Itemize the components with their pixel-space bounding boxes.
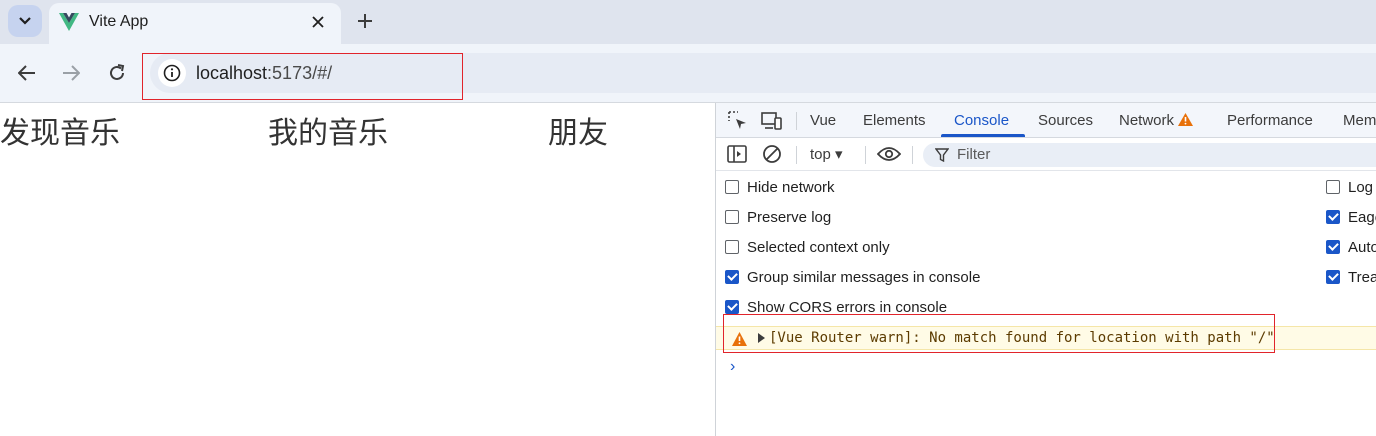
info-icon [163,64,181,82]
filter-placeholder: Filter [957,146,991,163]
tab-search-button[interactable] [8,5,42,37]
setting-preserve-log[interactable]: Preserve log [725,206,831,228]
console-prompt[interactable]: › [730,358,735,376]
setting-label: Preserve log [747,208,832,226]
setting-hide-network[interactable]: Hide network [725,176,835,198]
devtools-tab-elements[interactable]: Elements [863,112,926,129]
devtools-tab-vue[interactable]: Vue [810,112,836,129]
setting-label: Log [1348,178,1374,196]
setting-label: Group similar messages in console [747,268,981,286]
filter-icon [935,148,949,162]
checkbox-checked[interactable] [1326,270,1340,284]
arrow-right-icon [63,65,80,81]
close-icon [312,16,324,28]
back-button[interactable] [16,62,38,84]
clear-console-button[interactable] [761,144,783,164]
plus-icon [358,14,372,28]
checkbox-checked[interactable] [1326,240,1340,254]
show-sidebar-button[interactable] [726,144,748,164]
devtools-tab-console[interactable]: Console [954,112,1009,129]
eye-icon [877,147,901,161]
tab-title: Vite App [89,13,149,30]
browser-toolbar: localhost:5173/#/ [0,44,1376,102]
reload-icon [110,64,125,80]
browser-tab[interactable]: Vite App [49,3,341,44]
setting-label: Hide network [747,178,835,196]
network-tab-label: Network [1119,112,1175,129]
device-icon [761,112,782,130]
address-host: localhost [196,63,268,83]
nav-link-my-music[interactable]: 我的音乐 [268,108,388,152]
setting-label: Auto [1348,238,1376,256]
address-url[interactable]: localhost:5173/#/ [196,63,332,84]
new-tab-button[interactable] [352,8,378,34]
tab-bar-separator [796,112,797,130]
console-filter-input[interactable]: Filter [923,143,1376,167]
warning-text: [Vue Router warn]: No match found for lo… [769,330,1275,346]
setting-label: Show CORS errors in console [747,298,948,316]
console-bar-separator-1 [796,146,797,164]
checkbox-checked[interactable] [725,270,739,284]
forward-button[interactable] [60,62,82,84]
setting-eager-evaluation[interactable]: Eage [1326,206,1376,228]
setting-treat-evaluation[interactable]: Trea [1326,266,1376,288]
setting-label: Eage [1348,208,1376,226]
checkbox[interactable] [725,210,739,224]
console-warning-message[interactable]: [Vue Router warn]: No match found for lo… [716,326,1376,350]
site-info-button[interactable] [158,59,186,87]
expand-triangle-icon[interactable] [758,333,765,343]
checkbox[interactable] [725,240,739,254]
address-path: :5173/#/ [267,63,333,83]
devtools-tab-sources[interactable]: Sources [1038,112,1093,129]
chevron-down-icon [19,17,31,25]
setting-label: Trea [1348,268,1376,286]
inspect-element-button[interactable] [727,111,749,131]
console-bar-separator-2 [865,146,866,164]
checkbox-checked[interactable] [725,300,739,314]
sidebar-toggle-icon [727,145,747,163]
address-bar[interactable]: localhost:5173/#/ [150,53,1376,93]
tab-strip: Vite App [0,0,1376,44]
setting-show-cors-errors[interactable]: Show CORS errors in console [725,296,947,318]
page-nav: 发现音乐 我的音乐 朋友 [0,108,715,151]
setting-label: Selected context only [747,238,890,256]
active-tab-indicator [941,134,1025,137]
warning-triangle-icon [1178,113,1194,126]
live-expression-button[interactable] [876,144,902,164]
arrow-left-icon [18,65,35,81]
inspect-cursor-icon [728,111,746,129]
console-bar-separator-3 [912,146,913,164]
devtools-tab-performance[interactable]: Performance [1227,112,1313,129]
devtools-panel: Vue Elements Console Sources Network Per… [715,103,1376,436]
checkbox[interactable] [1326,180,1340,194]
console-toolbar: top ▾ Filter [716,138,1376,171]
setting-selected-context-only[interactable]: Selected context only [725,236,890,258]
reload-button[interactable] [106,62,128,84]
vue-logo-icon [59,13,79,31]
checkbox[interactable] [725,180,739,194]
tab-close-button[interactable] [308,12,328,32]
nav-link-discover-music[interactable]: 发现音乐 [0,108,120,152]
setting-autocomplete[interactable]: Auto [1326,236,1376,258]
console-settings: Hide network Preserve log Selected conte… [716,171,1376,321]
checkbox-checked[interactable] [1326,210,1340,224]
block-icon [763,145,781,163]
device-toolbar-button[interactable] [761,111,783,131]
devtools-tab-network[interactable]: Network [1119,112,1194,129]
nav-link-friends[interactable]: 朋友 [548,108,608,152]
devtools-tab-memory[interactable]: Mem [1343,112,1376,129]
context-selector[interactable]: top ▾ [810,145,843,163]
setting-log-xmlhttprequests[interactable]: Log [1326,176,1373,198]
setting-group-similar[interactable]: Group similar messages in console [725,266,980,288]
devtools-tab-bar: Vue Elements Console Sources Network Per… [716,103,1376,138]
console-messages: [Vue Router warn]: No match found for lo… [716,321,1376,436]
warning-triangle-icon [732,332,747,346]
